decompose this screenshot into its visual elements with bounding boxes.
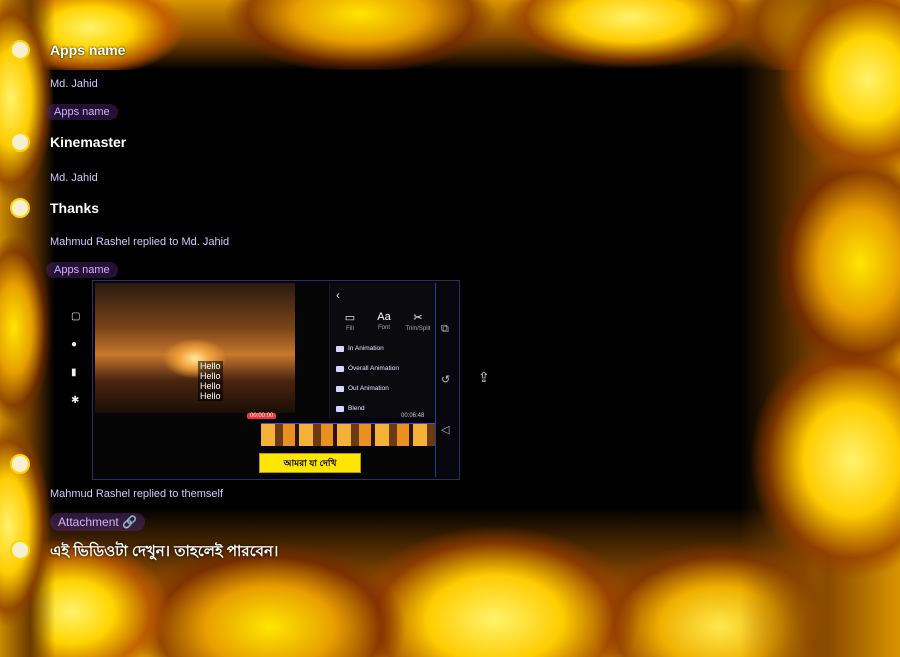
reply-meta: Md. Jahid <box>50 172 98 184</box>
tool-label: Fill <box>346 326 354 332</box>
text-layer: Hello <box>198 391 223 401</box>
timeline-tag: 00:00:00 <box>247 413 277 419</box>
text-layer-stack: Hello Hello Hello Hello <box>198 361 223 401</box>
avatar[interactable] <box>10 132 30 152</box>
animation-icon <box>336 385 344 392</box>
tool-font: Aa Font <box>370 311 398 332</box>
message-text: Apps name <box>50 42 126 58</box>
avatar[interactable] <box>10 40 30 60</box>
tool-trim: ✂ Trim/Split <box>404 311 432 332</box>
text-options-panel: ‹ ▭ Fill Aa Font ✂ Trim/Split In Animati… <box>329 283 436 418</box>
chevron-left-icon: ‹ <box>336 288 340 302</box>
avatar[interactable] <box>10 198 30 218</box>
timeline-end-time: 00:06:48 <box>401 413 425 419</box>
font-icon: Aa <box>377 311 391 323</box>
message-text: এই ভিডিওটা দেখুন। তাহলেই পারবেন। <box>50 543 279 560</box>
settings-icon: ✱ <box>71 395 80 406</box>
animation-icon <box>336 365 344 372</box>
share-icon[interactable]: ⇪ <box>478 369 490 386</box>
avatar[interactable] <box>10 540 30 560</box>
record-icon: ● <box>71 339 78 350</box>
scissors-icon: ✂ <box>413 312 423 324</box>
tool-label: Trim/Split <box>405 326 431 332</box>
text-layer: Hello <box>198 381 223 391</box>
menu-item: In Animation <box>336 345 384 352</box>
video-preview <box>95 283 295 413</box>
editor-right-rail: ⧉ ↺ ◁ <box>435 283 458 477</box>
message-text: Thanks <box>50 200 100 216</box>
menu-item: Out Animation <box>336 385 389 392</box>
video-timeline <box>261 423 435 446</box>
blend-icon <box>336 405 344 412</box>
undo-icon: ↺ <box>441 374 451 386</box>
back-arrow-icon: ◁ <box>441 424 450 436</box>
delete-icon: ▮ <box>71 367 77 378</box>
screenshot-attachment[interactable]: ▢ ● ▮ ✱ Hello Hello Hello Hello ‹ ▭ Fill… <box>71 280 460 480</box>
animation-icon <box>336 345 344 352</box>
reply-quote[interactable]: Apps name <box>46 104 118 120</box>
tool-label: Font <box>377 325 390 331</box>
layers-icon: ⧉ <box>441 323 449 335</box>
media-icon: ▢ <box>71 311 81 322</box>
tool-fill: ▭ Fill <box>336 311 364 332</box>
avatar[interactable] <box>10 454 30 474</box>
editor-left-toolbar: ▢ ● ▮ ✱ <box>71 311 85 423</box>
reply-meta: Md. Jahid <box>50 78 98 90</box>
reply-meta: Mahmud Rashel replied to Md. Jahid <box>50 236 230 248</box>
menu-item: Overall Animation <box>336 365 399 372</box>
reply-quote[interactable]: Apps name <box>46 262 118 278</box>
menu-item: Blend <box>336 405 365 412</box>
reply-meta: Mahmud Rashel replied to themself <box>50 488 224 500</box>
text-layer: Hello <box>198 371 223 381</box>
text-layer: Hello <box>198 361 223 371</box>
caption-layer: আমরা যা দেখি <box>259 453 361 473</box>
text-box-icon: ▭ <box>344 312 356 324</box>
message-text: Kinemaster <box>50 134 127 150</box>
attachment-link[interactable]: Attachment 🔗 <box>50 513 145 531</box>
